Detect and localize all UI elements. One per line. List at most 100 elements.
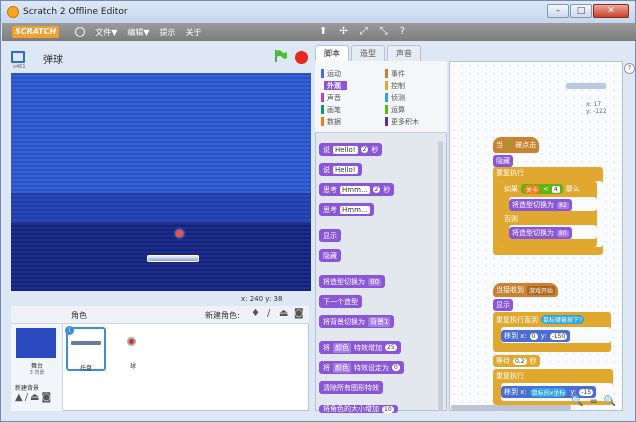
close-button[interactable]: ✕ [593,4,629,18]
block-hide[interactable]: 隐藏 [493,155,513,167]
block-goto-xy[interactable]: 移到 x: 0 y: -150 [501,330,571,342]
block-wait[interactable]: 等待 0.2 秒 [493,355,540,367]
project-title[interactable]: 弹球 [43,51,63,66]
editor-tabs: 脚本 造型 声音 [315,45,423,61]
scratch-logo[interactable]: SCRATCH [12,26,60,38]
zoom-controls: 🔍 = 🔍 [571,396,616,407]
zoom-out-icon[interactable]: 🔍 [571,396,583,407]
version-label: v461 [13,64,26,70]
menu-tips[interactable]: 提示 [160,27,176,38]
script-hscrollbar[interactable] [451,405,571,410]
block-change-size[interactable]: 将角色的大小增加 10 [319,405,398,413]
category-control[interactable]: 控制 [385,81,405,90]
help-icon[interactable]: ? [624,63,635,74]
backdrop-count: 3 背景 [29,370,45,376]
block-show[interactable]: 显示 [493,299,513,311]
category-operators[interactable]: 运算 [385,105,405,114]
ball-sprite[interactable] [176,230,183,237]
choose-sprite-icon[interactable]: ♦ [251,308,260,319]
paint-sprite-icon[interactable]: / [267,308,270,319]
category-more-blocks[interactable]: 更多积木 [385,117,419,126]
stage-canvas[interactable] [11,73,311,291]
block-think[interactable]: 思考 Hmm... [319,203,374,216]
category-sound[interactable]: 声音 [321,93,341,102]
sprite-thumb-paddle[interactable]: i 托盘 [65,326,106,372]
category-events[interactable]: 事件 [385,69,405,78]
maximize-button[interactable]: □ [570,4,592,18]
block-switch-costume[interactable]: 将造型切换为 82 [509,199,572,211]
app-window: Scratch 2 Offline Editor – □ ✕ SCRATCH 文… [0,0,636,422]
paddle-sprite[interactable] [147,255,199,262]
tab-costumes[interactable]: 造型 [351,45,385,61]
sprite-name: 球 [129,363,136,370]
block-switch-costume[interactable]: 将造型切换为 80 [319,275,385,288]
globe-icon[interactable] [75,27,86,37]
stage-thumbnail[interactable] [16,328,56,358]
duplicate-icon[interactable]: ⬆ [319,26,327,37]
fullscreen-icon[interactable] [11,51,25,63]
window-controls: – □ ✕ [547,4,629,18]
block-clear-effects[interactable]: 清除所有图形特效 [319,381,383,394]
paddle-thumb [71,341,101,345]
new-sprite-label: 新建角色: [205,311,240,320]
category-looks[interactable]: 外观 [321,81,347,90]
camera-icon[interactable]: ◙ [294,308,304,319]
tab-sounds[interactable]: 声音 [387,45,421,61]
category-motion[interactable]: 运动 [321,69,341,78]
stage-column[interactable]: 舞台 3 背景 新建背景 ▲/⏏◙ [11,324,63,411]
grow-icon[interactable]: ⤢ [360,26,368,37]
shrink-icon[interactable]: ⤡ [380,26,388,37]
green-flag-icon[interactable] [274,49,288,63]
block-switch-costume[interactable]: 将造型切换为 80 [509,227,572,239]
block-switch-backdrop[interactable]: 将背景切换为 背景1 [319,315,395,328]
window-title: Scratch 2 Offline Editor [23,7,128,17]
block-next-costume[interactable]: 下一个造型 [319,295,362,308]
green-flag-icon: ⚑ [506,141,513,149]
block-help-icon[interactable]: ? [400,26,405,37]
zoom-in-icon[interactable]: 🔍 [604,396,616,407]
sprite-pane-header: 角色 新建角色: ♦ / ⏏ ◙ [11,306,309,324]
stop-sign-icon[interactable] [295,51,308,64]
new-backdrop-label: 新建背景 [15,385,40,392]
info-icon[interactable]: i [65,326,74,335]
minimize-button[interactable]: – [547,4,569,18]
sprite-x: x: 17 [586,101,602,108]
sprite-name: 托盘 [79,365,92,372]
block-show[interactable]: 显示 [319,229,341,242]
block-say[interactable]: 说 Hello! [319,163,362,176]
forever-label: 重复执行 [493,167,527,179]
block-change-effect[interactable]: 将颜色 特效增加 25 [319,341,401,354]
category-data[interactable]: 数据 [321,117,341,126]
less-than-block[interactable]: 关卡 <4 [521,184,563,194]
sprite-y: y: -122 [586,108,607,115]
hat-when-receive[interactable]: 当接收到 游戏开始 [493,283,559,297]
tab-scripts[interactable]: 脚本 [315,45,349,61]
category-pen[interactable]: 画笔 [321,105,341,114]
repeat-until-header: 重复执行直到 鼠标键被按下? [493,313,588,326]
palette-scrollbar[interactable] [438,141,443,411]
toolbar: ⬆ ✢ ⤢ ⤡ ? [319,26,405,37]
zoom-reset-icon[interactable]: = [589,396,597,407]
menu-about[interactable]: 关于 [186,27,202,38]
upload-sprite-icon[interactable]: ⏏ [279,308,288,319]
menu-file[interactable]: 文件▼ [95,27,117,38]
sprite-pane-title: 角色 [71,311,87,320]
ball-thumb [127,337,136,346]
sprite-thumb-ball[interactable]: 球 [113,327,153,371]
hat-when-flag-clicked[interactable]: 当 ⚑ 被点击 [493,137,540,153]
block-set-effect[interactable]: 将颜色 特效设定为 0 [319,361,404,374]
new-backdrop-icons[interactable]: ▲/⏏◙ [15,392,53,403]
app-icon [7,6,19,18]
block-say-for-secs[interactable]: 说 Hello! 2 秒 [319,143,383,156]
stage-backdrop-upper [11,73,311,193]
sprite-preview [566,83,606,89]
forever-label: 重复执行 [493,370,527,382]
menu-edit[interactable]: 编辑▼ [127,27,149,38]
block-think-for-secs[interactable]: 思考 Hmm... 2 秒 [319,183,395,196]
sprite-position: x: 17 y: -122 [586,101,607,115]
stage-backdrop-middle [11,193,311,223]
cut-icon[interactable]: ✢ [339,26,347,37]
block-hide[interactable]: 隐藏 [319,249,341,262]
block-categories: 运动 事件 外观 控制 声音 侦测 画笔 运算 数据 更多积木 [315,61,447,133]
category-sensing[interactable]: 侦测 [385,93,405,102]
